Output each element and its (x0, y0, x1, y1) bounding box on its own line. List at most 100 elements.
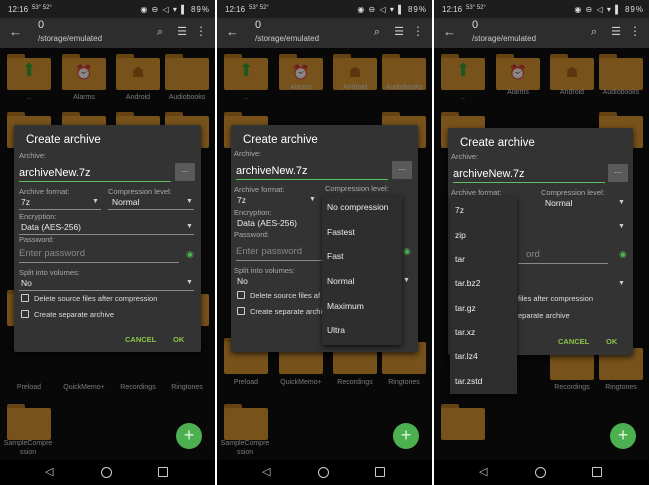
eye-icon[interactable]: ◉ (403, 246, 411, 257)
status-time: 12:16 (8, 5, 29, 14)
archive-name-underline (236, 179, 388, 180)
format-select[interactable]: 7z (237, 195, 246, 205)
nav-home-icon[interactable] (535, 467, 546, 478)
nav-back-icon[interactable]: ◁ (45, 465, 53, 478)
browse-button[interactable]: ... (608, 164, 628, 182)
password-underline (236, 260, 336, 261)
encryption-select[interactable]: Data (AES-256) (21, 222, 81, 232)
password-input[interactable]: Enter password (236, 246, 302, 257)
dialog-title: Create archive (26, 134, 101, 146)
password-underline (19, 262, 179, 263)
format-dropdown-menu: 7z zip tar tar.bz2 tar.gz tar.xz tar.lz4… (450, 196, 517, 394)
menu-item-fast[interactable]: Fast (327, 251, 344, 261)
split-select[interactable]: No (21, 278, 32, 288)
compression-select[interactable]: Normal (545, 198, 572, 208)
delete-source-checkbox[interactable] (21, 294, 29, 302)
add-fab-button[interactable]: + (610, 423, 636, 449)
menu-item-tar-gz[interactable]: tar.gz (455, 303, 476, 313)
delete-source-checkbox[interactable] (237, 291, 245, 299)
archive-label: Archive: (234, 149, 262, 158)
separate-archive-label: Create separate archive (34, 310, 115, 319)
separate-archive-checkbox[interactable] (237, 307, 245, 315)
search-icon[interactable]: ⌕ (157, 26, 163, 39)
current-path[interactable]: /storage/emulated (38, 34, 102, 43)
chevron-down-icon: ▼ (618, 199, 625, 206)
format-select[interactable]: 7z (21, 197, 30, 207)
search-icon[interactable]: ⌕ (591, 26, 597, 39)
archive-name-input[interactable]: archiveNew.7z (236, 165, 308, 177)
menu-item-tar-bz2[interactable]: tar.bz2 (455, 278, 481, 288)
nav-back-icon[interactable]: ◁ (479, 465, 487, 478)
menu-item-tar-lz4[interactable]: tar.lz4 (455, 351, 478, 361)
password-input[interactable]: Enter password (19, 248, 85, 259)
cancel-button[interactable]: CANCEL (558, 337, 589, 346)
eye-icon[interactable]: ◉ (186, 249, 194, 260)
encryption-label: Encryption: (19, 212, 57, 221)
nav-recents-icon[interactable] (158, 467, 168, 477)
password-underline (518, 263, 608, 264)
archive-label: Archive: (19, 151, 47, 160)
menu-item-normal[interactable]: Normal (327, 276, 354, 286)
chevron-down-icon: ▼ (403, 277, 410, 284)
archive-name-input[interactable]: archiveNew.7z (19, 167, 91, 179)
phone-screen-3: 12:16 53° 52° ◉ ⊖ ◁ ▾ ▌ 89% ← 0 /storage… (434, 0, 649, 485)
menu-item-maximum[interactable]: Maximum (327, 301, 364, 311)
system-nav-bar: ◁ (434, 460, 649, 485)
add-fab-button[interactable]: + (393, 423, 419, 449)
cancel-button[interactable]: CANCEL (125, 335, 156, 344)
arrow-left-icon[interactable]: ← (226, 24, 239, 39)
eye-icon[interactable]: ◉ (619, 249, 627, 260)
compression-select[interactable]: Normal (112, 197, 139, 207)
password-input[interactable]: ord (526, 249, 540, 260)
menu-item-tar-xz[interactable]: tar.xz (455, 327, 475, 337)
split-underline (19, 290, 194, 291)
separate-archive-checkbox[interactable] (21, 310, 29, 318)
arrow-left-icon[interactable]: ← (9, 24, 22, 39)
menu-item-fastest[interactable]: Fastest (327, 227, 355, 237)
compression-label: Compression level: (325, 184, 389, 193)
ok-button[interactable]: OK (173, 335, 184, 344)
nav-back-icon[interactable]: ◁ (262, 465, 270, 478)
current-path[interactable]: /storage/emulated (472, 34, 536, 43)
format-underline (19, 209, 101, 210)
list-view-icon[interactable]: ☰ (394, 25, 404, 38)
app-toolbar: ← 0 /storage/emulated ⌕ ☰ ⋮ (0, 18, 215, 48)
search-icon[interactable]: ⌕ (374, 26, 380, 39)
create-archive-dialog: Create archive Archive: archiveNew.7z ..… (14, 125, 201, 352)
phone-screen-1: 12:16 53° 52° ◉ ⊖ ◁ ▾ ▌ 89% ← 0 /storage… (0, 0, 215, 485)
list-view-icon[interactable]: ☰ (611, 25, 621, 38)
arrow-left-icon[interactable]: ← (443, 24, 456, 39)
ok-button[interactable]: OK (606, 337, 617, 346)
current-path[interactable]: /storage/emulated (255, 34, 319, 43)
add-fab-button[interactable]: + (176, 423, 202, 449)
more-vert-icon[interactable]: ⋮ (195, 24, 207, 38)
menu-item-7z[interactable]: 7z (455, 205, 464, 215)
nav-home-icon[interactable] (101, 467, 112, 478)
more-vert-icon[interactable]: ⋮ (412, 24, 424, 38)
browse-button[interactable]: ... (175, 163, 195, 181)
nav-recents-icon[interactable] (592, 467, 602, 477)
browse-button[interactable]: ... (392, 161, 412, 179)
status-temp: 53° 52° (32, 5, 52, 11)
archive-name-input[interactable]: archiveNew.7z (453, 168, 525, 180)
split-select[interactable]: No (237, 276, 248, 286)
list-view-icon[interactable]: ☰ (177, 25, 187, 38)
chevron-down-icon: ▼ (186, 198, 193, 205)
menu-item-no-compression[interactable]: No compression (327, 202, 388, 212)
delete-source-label: Delete source files af (250, 291, 321, 300)
menu-item-tar-zstd[interactable]: tar.zstd (455, 376, 482, 386)
delete-source-label: files after compression (518, 294, 594, 303)
archive-label: Archive: (451, 152, 479, 161)
status-bar: 12:16 53° 52° ◉ ⊖ ◁ ▾ ▌ 89% (217, 0, 432, 18)
menu-item-zip[interactable]: zip (455, 230, 466, 240)
more-vert-icon[interactable]: ⋮ (629, 24, 641, 38)
chevron-down-icon: ▼ (92, 198, 99, 205)
encryption-select[interactable]: Data (AES-256) (237, 218, 297, 228)
menu-item-tar[interactable]: tar (455, 254, 465, 264)
chevron-down-icon: ▼ (618, 280, 625, 287)
nav-home-icon[interactable] (318, 467, 329, 478)
menu-item-ultra[interactable]: Ultra (327, 325, 345, 335)
status-icons: ◉ ⊖ ◁ ▾ ▌ 89% (574, 5, 644, 14)
status-temp: 53° 52° (466, 5, 486, 11)
nav-recents-icon[interactable] (375, 467, 385, 477)
